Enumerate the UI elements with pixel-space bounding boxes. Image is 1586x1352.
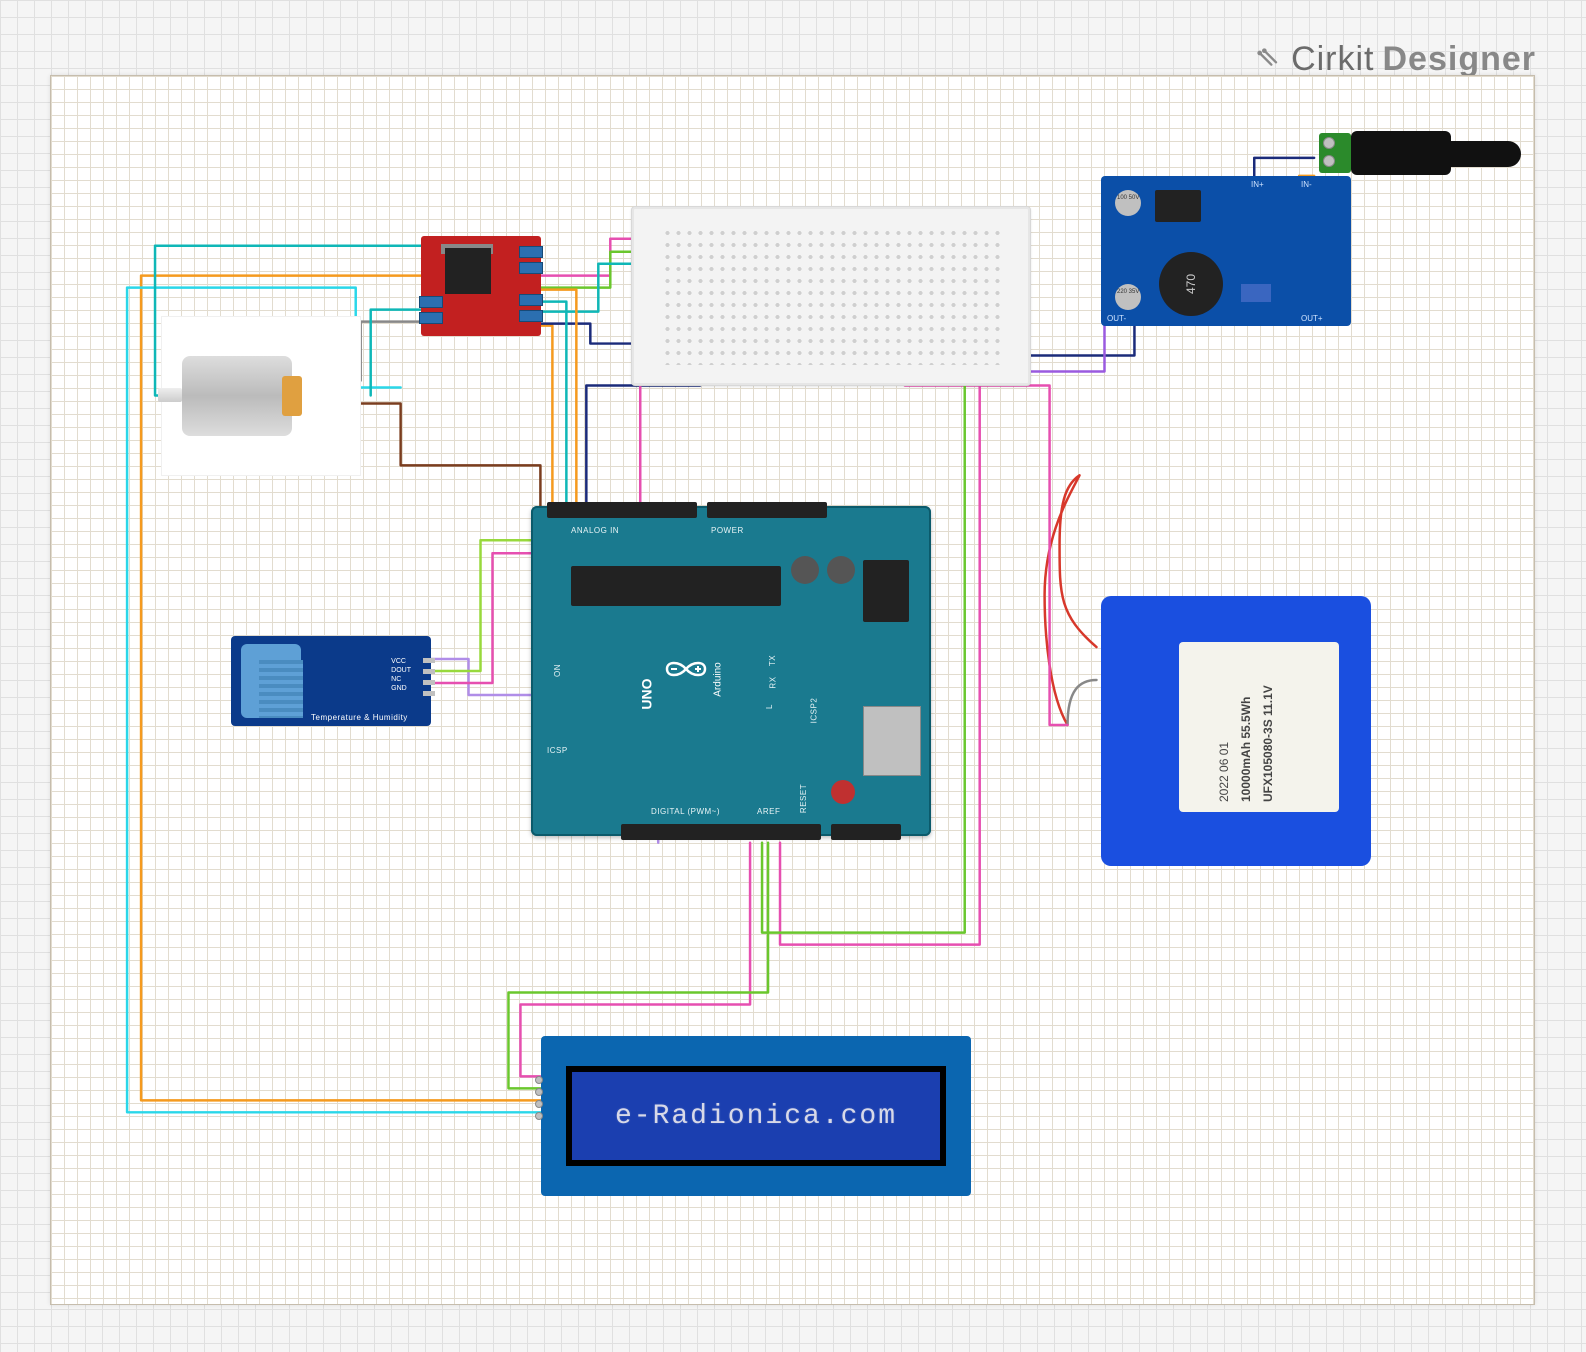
arduino-on-label: ON bbox=[553, 664, 562, 677]
motor-driver[interactable] bbox=[421, 236, 541, 336]
arduino-analog-header bbox=[547, 502, 697, 518]
arduino-tx-label: TX bbox=[768, 655, 777, 666]
arduino-digital-label: DIGITAL (PWM~) bbox=[651, 807, 720, 816]
arduino-usb bbox=[863, 706, 921, 776]
arduino-digital-header-1 bbox=[621, 824, 821, 840]
arduino-aref-label: AREF bbox=[757, 807, 780, 816]
dc-jack-terminal bbox=[1319, 133, 1351, 173]
arduino-reset-label: RESET bbox=[799, 784, 808, 813]
buck-converter[interactable]: 100 50V 220 35V 470 IN+ IN- OUT- OUT+ bbox=[1101, 176, 1351, 326]
arduino-uno-label: UNO bbox=[639, 678, 655, 709]
battery-model: UFX105080-3S 11.1V bbox=[1261, 685, 1275, 802]
arduino-brand-label: Arduino bbox=[713, 662, 724, 696]
dc-jack[interactable] bbox=[1251, 121, 1511, 191]
buck-cap-in bbox=[1115, 190, 1141, 216]
arduino-cap1 bbox=[791, 556, 819, 584]
battery-label: 2022 06 01 10000mAh 55.5Wh UFX105080-3S … bbox=[1179, 642, 1339, 812]
arduino-cap2 bbox=[827, 556, 855, 584]
arduino-atmega bbox=[571, 566, 781, 606]
brand-icon bbox=[1255, 46, 1283, 74]
arduino-power-label: POWER bbox=[711, 526, 744, 535]
breadboard-holes bbox=[662, 227, 1000, 365]
driver-out-b bbox=[419, 312, 443, 324]
arduino-l-label: L bbox=[765, 704, 774, 709]
brand-logo: Cirkit Designer bbox=[1255, 40, 1536, 79]
arduino-uno[interactable]: UNO Arduino ON POWER ANALOG IN DIGITAL (… bbox=[531, 506, 931, 836]
driver-in-2 bbox=[519, 262, 543, 274]
dc-jack-screw-1 bbox=[1323, 137, 1335, 149]
buck-inductor: 470 bbox=[1159, 252, 1223, 316]
dht11-sensor[interactable]: VCC DOUT NC GND Temperature & Humidity bbox=[231, 636, 431, 726]
arduino-power-header bbox=[707, 502, 827, 518]
dht-grille bbox=[259, 660, 303, 718]
dc-jack-screw-2 bbox=[1323, 155, 1335, 167]
driver-gnd bbox=[519, 310, 543, 322]
lipo-battery[interactable]: 2022 06 01 10000mAh 55.5Wh UFX105080-3S … bbox=[1101, 596, 1371, 866]
dc-jack-tip bbox=[1451, 141, 1521, 167]
buck-cap-in-text: 100 50V bbox=[1117, 195, 1139, 201]
buck-out-minus: OUT- bbox=[1107, 314, 1126, 323]
buck-trimpot[interactable] bbox=[1241, 284, 1271, 302]
buck-cap-out-text: 220 35V bbox=[1117, 289, 1139, 295]
arduino-reset-button[interactable] bbox=[831, 780, 855, 804]
driver-pwr bbox=[519, 294, 543, 306]
design-canvas[interactable]: VCC DOUT NC GND Temperature & Humidity U… bbox=[50, 75, 1535, 1305]
arduino-icsp2-label: ICSP2 bbox=[809, 698, 818, 724]
driver-out-a bbox=[419, 296, 443, 308]
buck-cap-out bbox=[1115, 284, 1141, 310]
buck-ic bbox=[1155, 190, 1201, 222]
dc-motor[interactable] bbox=[161, 316, 361, 476]
buck-out-plus: OUT+ bbox=[1301, 314, 1323, 323]
battery-date: 2022 06 01 bbox=[1217, 742, 1231, 802]
dht-pin-labels: VCC DOUT NC GND bbox=[391, 658, 411, 692]
dht-caption: Temperature & Humidity bbox=[311, 713, 408, 722]
breadboard[interactable] bbox=[631, 206, 1031, 386]
arduino-logo-icon bbox=[661, 656, 711, 682]
arduino-rx-label: RX bbox=[769, 676, 778, 688]
arduino-analog-label: ANALOG IN bbox=[571, 526, 619, 535]
lcd-screen: e-Radionica.com bbox=[566, 1066, 946, 1166]
driver-ic bbox=[445, 248, 491, 294]
brand-text-1: Cirkit bbox=[1291, 40, 1374, 79]
dc-jack-body bbox=[1351, 131, 1451, 175]
brand-text-2: Designer bbox=[1383, 40, 1537, 79]
arduino-digital-header-2 bbox=[831, 824, 901, 840]
dht-housing bbox=[241, 644, 301, 718]
arduino-icsp-label: ICSP bbox=[547, 746, 568, 755]
arduino-dcjack bbox=[863, 560, 909, 622]
motor-endcap bbox=[282, 376, 302, 416]
motor-shaft bbox=[158, 388, 182, 402]
lcd-pins bbox=[535, 1076, 543, 1120]
driver-in-1 bbox=[519, 246, 543, 258]
motor-body bbox=[182, 356, 292, 436]
dht-pins bbox=[423, 658, 435, 696]
battery-capacity: 10000mAh 55.5Wh bbox=[1239, 697, 1253, 802]
lcd-text: e-Radionica.com bbox=[615, 1101, 897, 1132]
lcd-display[interactable]: e-Radionica.com bbox=[541, 1036, 971, 1196]
